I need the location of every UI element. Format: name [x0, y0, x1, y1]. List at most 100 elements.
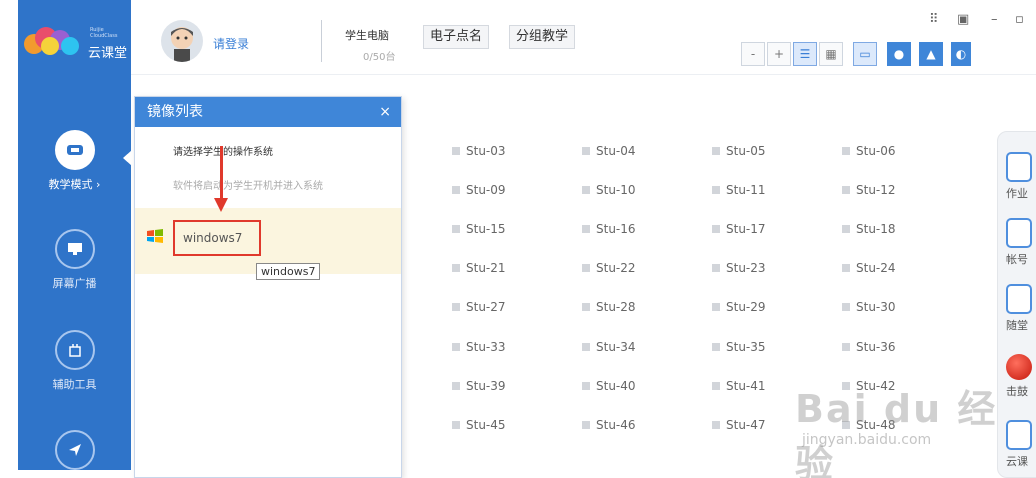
- windows-logo-icon: [147, 229, 163, 243]
- active-nav-pointer: [123, 150, 132, 166]
- student-pc-icon: [712, 147, 720, 155]
- student-item[interactable]: Stu-35: [712, 340, 766, 354]
- student-pc-icon: [842, 186, 850, 194]
- student-item[interactable]: Stu-15: [452, 222, 506, 236]
- logo-subtitle: Ruijie CloudClass: [90, 27, 118, 39]
- group-teaching-button[interactable]: 分组教学: [509, 25, 576, 49]
- student-item[interactable]: Stu-03: [452, 144, 506, 158]
- student-item[interactable]: Stu-33: [452, 340, 506, 354]
- student-pc-icon: [452, 421, 460, 429]
- student-pc-icon: [712, 186, 720, 194]
- student-item[interactable]: Stu-24: [842, 261, 896, 275]
- student-item[interactable]: Stu-21: [452, 261, 506, 275]
- student-pc-icon: [582, 264, 590, 272]
- student-pc-icon: [842, 303, 850, 311]
- message-icon[interactable]: ▣: [957, 12, 969, 27]
- homework-tool[interactable]: 作业: [1006, 152, 1036, 201]
- student-item[interactable]: Stu-23: [712, 261, 766, 275]
- quiz-tool[interactable]: 随堂: [1006, 284, 1036, 333]
- student-item[interactable]: Stu-27: [452, 300, 506, 314]
- student-pc-icon: [712, 421, 720, 429]
- student-pc-icon: [582, 343, 590, 351]
- drum-icon: [1006, 354, 1032, 380]
- student-item[interactable]: Stu-12: [842, 183, 896, 197]
- student-item[interactable]: Stu-06: [842, 144, 896, 158]
- roll-call-button[interactable]: 电子点名: [423, 25, 490, 49]
- student-pc-icon: [582, 382, 590, 390]
- student-item[interactable]: Stu-28: [582, 300, 636, 314]
- maximize-icon[interactable]: ▫: [1015, 12, 1024, 27]
- cloud-logo-icon: [24, 27, 79, 55]
- student-item[interactable]: Stu-16: [582, 222, 636, 236]
- student-pc-icon: [452, 382, 460, 390]
- zoom-in-button[interactable]: +: [767, 42, 791, 66]
- student-item[interactable]: Stu-18: [842, 222, 896, 236]
- power-icon[interactable]: ◐: [951, 42, 971, 66]
- skin-icon[interactable]: ⠿: [929, 12, 939, 27]
- student-item[interactable]: Stu-29: [712, 300, 766, 314]
- close-icon[interactable]: ×: [379, 97, 391, 127]
- student-item[interactable]: Stu-30: [842, 300, 896, 314]
- dialog-title: 镜像列表: [147, 104, 203, 120]
- student-item[interactable]: Stu-04: [582, 144, 636, 158]
- dialog-hint: 软件将启动为学生开机并进入系统: [173, 181, 323, 192]
- student-pc-icon: [712, 225, 720, 233]
- student-pc-title: 学生电脑: [345, 29, 389, 42]
- unlock-icon[interactable]: ▲: [919, 42, 943, 66]
- student-pc-icon: [712, 264, 720, 272]
- student-pc-icon: [842, 147, 850, 155]
- student-pc-icon: [582, 303, 590, 311]
- baidu-watermark: Bai du 经验: [795, 387, 998, 478]
- account-tool[interactable]: 帐号: [1006, 218, 1036, 267]
- student-item[interactable]: Stu-22: [582, 261, 636, 275]
- student-item[interactable]: Stu-05: [712, 144, 766, 158]
- zoom-out-button[interactable]: -: [741, 42, 765, 66]
- grid-view-icon[interactable]: ▦: [819, 42, 843, 66]
- watermark-url: jingyan.baidu.com: [802, 432, 932, 448]
- nav-assist-tools[interactable]: 辅助工具: [18, 330, 131, 392]
- student-pc-icon: [712, 343, 720, 351]
- assist-tools-icon: [54, 330, 95, 370]
- avatar[interactable]: [161, 20, 203, 62]
- student-pc-icon: [452, 303, 460, 311]
- student-item[interactable]: Stu-41: [712, 379, 766, 393]
- student-item[interactable]: Stu-11: [712, 183, 766, 197]
- nav-teaching-mode[interactable]: 教学模式 ›: [18, 130, 131, 192]
- nav-send[interactable]: [18, 430, 131, 476]
- student-item[interactable]: Stu-17: [712, 222, 766, 236]
- app-logo: Ruijie CloudClass 云课堂: [18, 22, 143, 62]
- student-pc-icon: [582, 147, 590, 155]
- annotation-arrow-head: [214, 198, 228, 212]
- annotation-arrow-line: [220, 146, 223, 202]
- student-pc-icon: [582, 225, 590, 233]
- student-item[interactable]: Stu-10: [582, 183, 636, 197]
- student-item[interactable]: Stu-47: [712, 418, 766, 432]
- monitor-icon[interactable]: ▭: [853, 42, 877, 66]
- minimize-icon[interactable]: –: [991, 12, 998, 27]
- student-item[interactable]: Stu-09: [452, 183, 506, 197]
- mirror-list-dialog: 镜像列表 × 请选择学生的操作系统 软件将启动为学生开机并进入系统 window…: [134, 96, 402, 478]
- student-pc-icon: [582, 421, 590, 429]
- dialog-instruction: 请选择学生的操作系统: [173, 147, 273, 158]
- student-item[interactable]: Stu-36: [842, 340, 896, 354]
- nav-label-screen-broadcast: 屏幕广播: [52, 277, 97, 290]
- student-item[interactable]: Stu-39: [452, 379, 506, 393]
- tooltip: windows7: [256, 263, 321, 280]
- student-item[interactable]: Stu-40: [582, 379, 636, 393]
- os-option-windows7[interactable]: windows7: [173, 220, 261, 256]
- dialog-header: 镜像列表 ×: [135, 97, 401, 127]
- login-link[interactable]: 请登录: [213, 35, 249, 52]
- student-pc-icon: [842, 264, 850, 272]
- student-item[interactable]: Stu-46: [582, 418, 636, 432]
- list-view-icon[interactable]: ☰: [793, 42, 817, 66]
- student-pc-icon: [452, 186, 460, 194]
- student-item[interactable]: Stu-34: [582, 340, 636, 354]
- student-pc-icon: [712, 303, 720, 311]
- student-pc-count: 0/50台: [363, 52, 396, 63]
- homework-icon: [1006, 152, 1032, 182]
- nav-screen-broadcast[interactable]: 屏幕广播: [18, 229, 131, 291]
- lock-screen-icon[interactable]: ●: [887, 42, 911, 66]
- top-bar: 请登录 学生电脑 0/50台 电子点名 分组教学 ⠿ ▣ – ▫ - + ☰ ▦…: [131, 0, 1036, 75]
- teaching-mode-icon: [54, 130, 95, 170]
- student-item[interactable]: Stu-45: [452, 418, 506, 432]
